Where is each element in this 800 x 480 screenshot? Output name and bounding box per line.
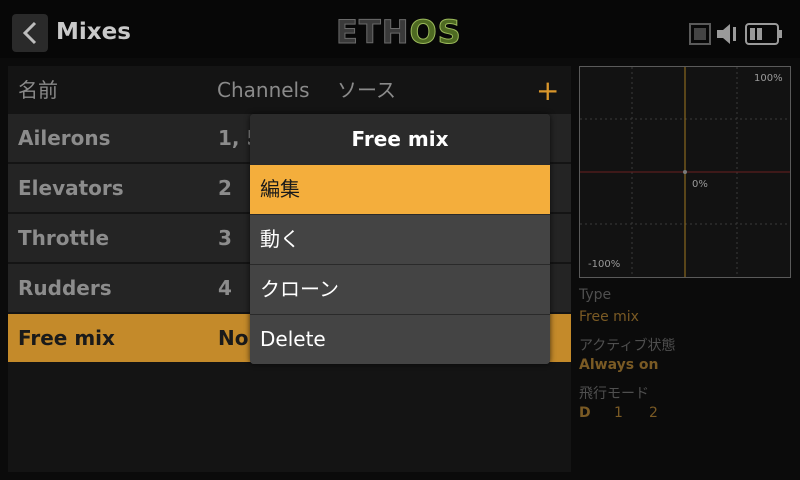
menu-item-clone[interactable]: クローン: [250, 264, 550, 314]
mix-channels: 4: [218, 276, 232, 300]
active-condition-label: アクティブ状態: [579, 338, 676, 354]
speaker-icon[interactable]: [714, 20, 742, 48]
column-source: ソース: [337, 78, 396, 102]
flight-mode-2: 2: [649, 405, 658, 421]
rf-status-icon: [689, 23, 711, 45]
graph-bottom-label: -100%: [588, 259, 621, 270]
menu-item-edit[interactable]: 編集: [250, 164, 550, 214]
mix-name: Rudders: [18, 276, 112, 300]
mix-name: Ailerons: [18, 126, 111, 150]
back-arrow-icon: [22, 21, 37, 45]
mix-name: Throttle: [18, 226, 110, 250]
ethos-logo: ETHOS: [335, 13, 462, 52]
battery-icon: [745, 23, 782, 45]
mix-name: Elevators: [18, 176, 124, 200]
mix-channels: 2: [218, 176, 232, 200]
column-name: 名前: [18, 78, 58, 102]
active-condition-value: Always on: [579, 357, 659, 373]
graph-top-label: 100%: [754, 73, 783, 84]
mix-curve-graph: 100% 0% -100%: [579, 66, 791, 278]
menu-item-move[interactable]: 動く: [250, 214, 550, 264]
context-menu-title: Free mix: [250, 114, 550, 164]
type-label: Type: [579, 287, 612, 303]
column-channels: Channels: [217, 78, 310, 102]
add-mix-button[interactable]: +: [536, 74, 559, 108]
context-menu: Free mix 編集 動く クローン Delete: [250, 114, 550, 364]
flight-mode-label: 飛行モード: [579, 386, 649, 402]
menu-item-delete[interactable]: Delete: [250, 314, 550, 364]
mix-name: Free mix: [18, 326, 115, 350]
flight-mode-d: D: [579, 405, 591, 421]
flight-mode-1: 1: [614, 405, 623, 421]
back-button[interactable]: [12, 14, 48, 52]
graph-center-label: 0%: [692, 179, 708, 190]
graph-center-point: [683, 170, 687, 174]
page-title: Mixes: [56, 19, 131, 45]
type-value: Free mix: [579, 309, 639, 325]
mix-channels: 3: [218, 226, 232, 250]
